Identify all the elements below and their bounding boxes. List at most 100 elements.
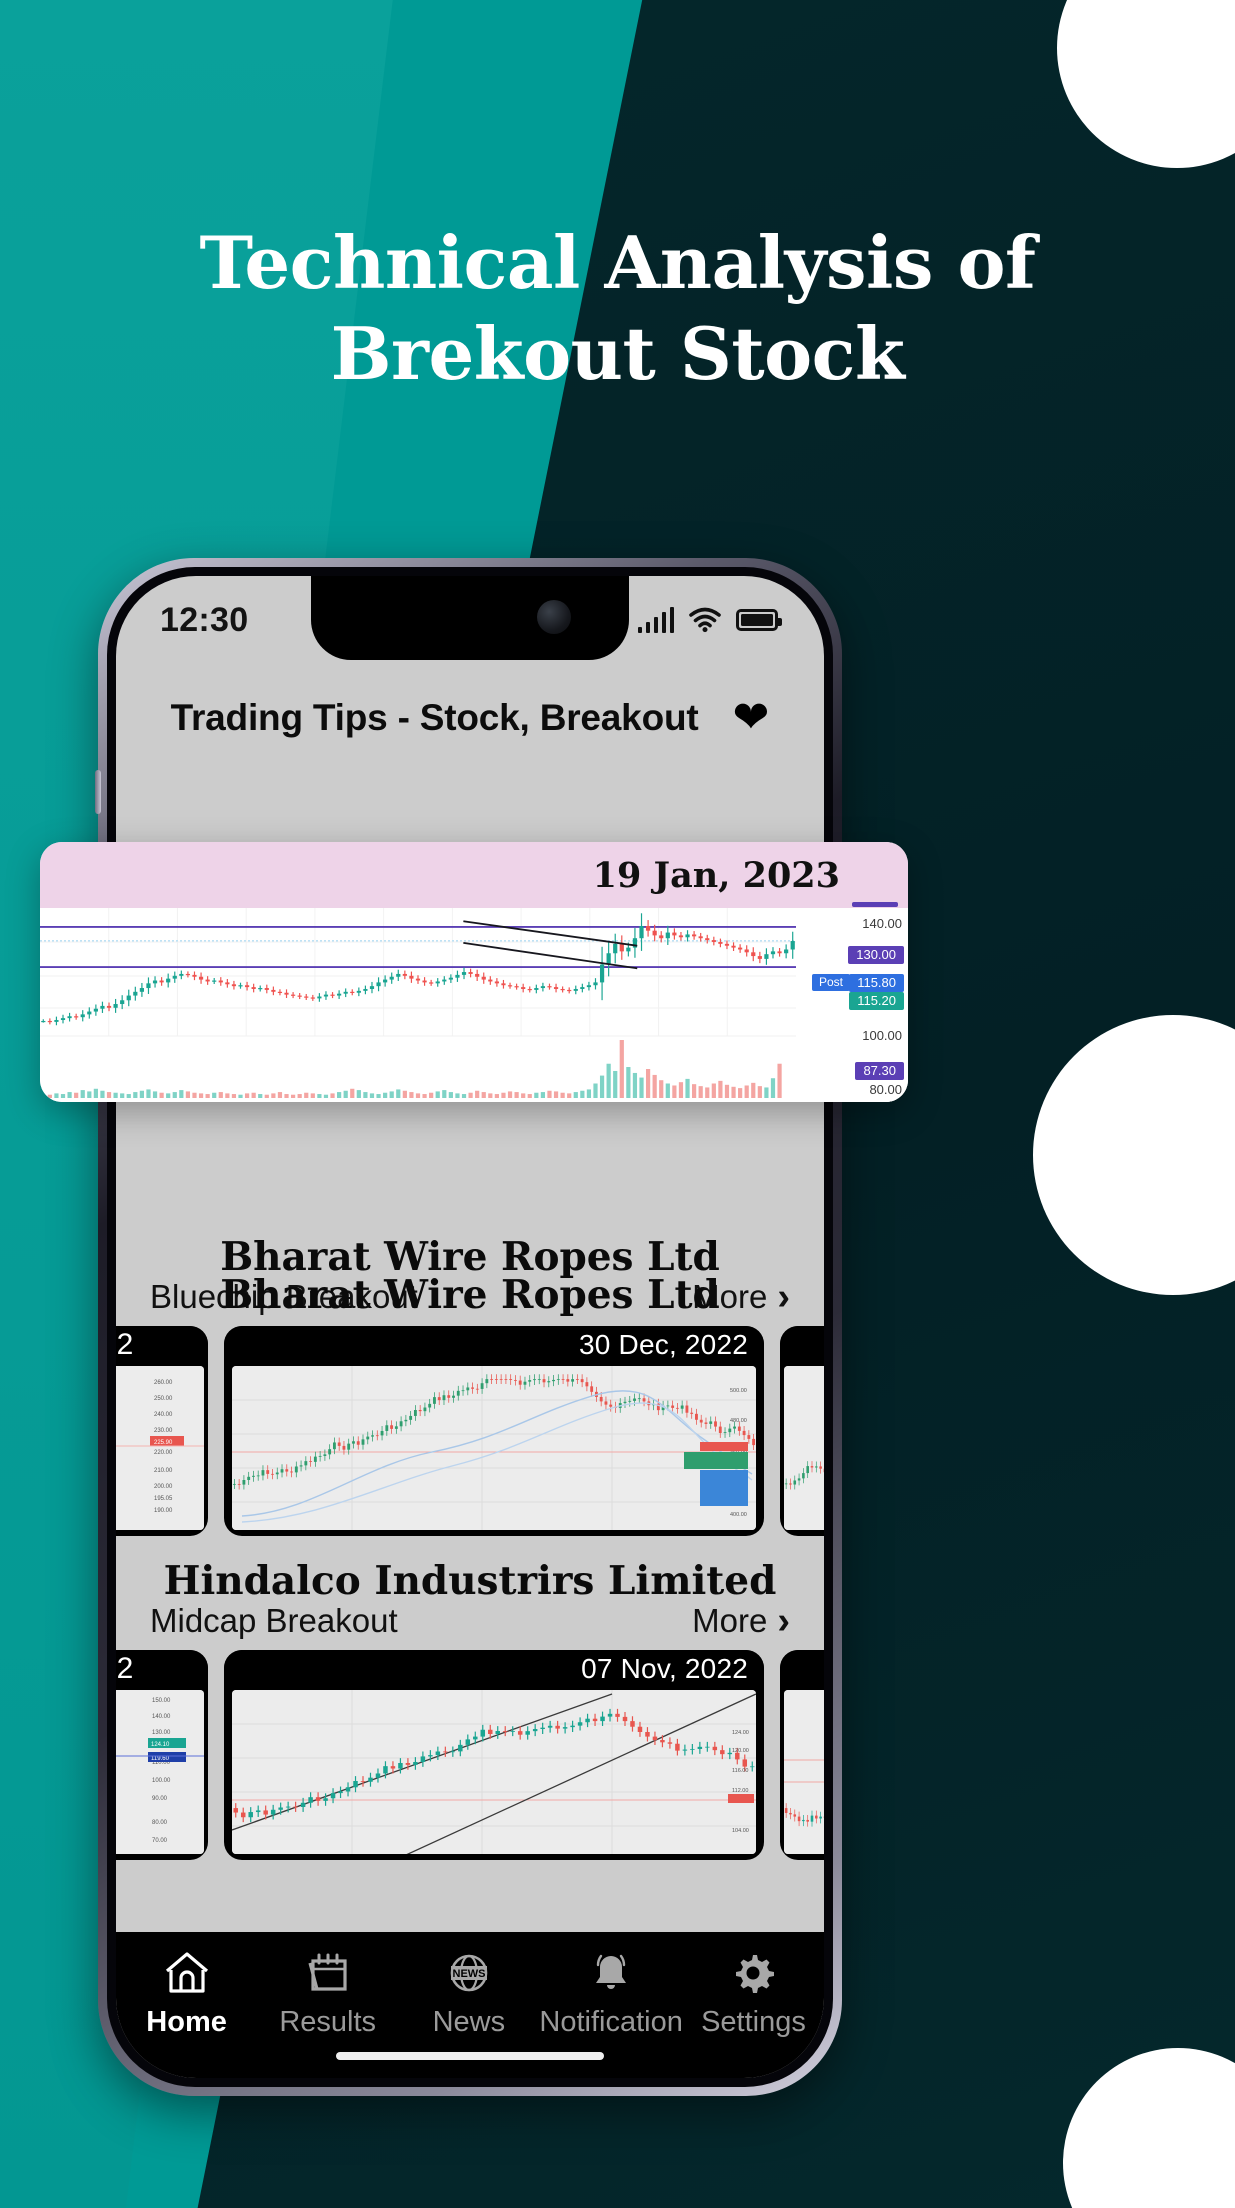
mini-chart-plot: 150.00 140.00 130.00 110.00 100.00 90.00 80… — [116, 1690, 204, 1854]
phone-bezel: 12:30 Trading Tips - Stock, Breakout ❤ B… — [107, 567, 833, 2087]
card-badge-2: 22 — [116, 1652, 134, 1685]
svg-text:124.00: 124.00 — [732, 1730, 749, 1736]
home-indicator — [336, 2052, 604, 2060]
svg-text:250.00: 250.00 — [154, 1396, 173, 1402]
svg-text:240.00: 240.00 — [154, 1412, 173, 1418]
app-header: Trading Tips - Stock, Breakout ❤ — [116, 664, 824, 772]
svg-text:140.00: 140.00 — [152, 1714, 171, 1720]
overlay-caption-bharat: Bharat Wire Ropes Ltd — [220, 1272, 720, 1318]
candlestick-chart — [40, 908, 796, 1102]
more-label: More — [692, 1602, 768, 1639]
card-date-2: 07 Nov, 2022 — [581, 1653, 748, 1684]
svg-text:112.00: 112.00 — [732, 1788, 748, 1794]
nav-label-notification: Notification — [539, 2006, 683, 2038]
svg-text:100.00: 100.00 — [152, 1778, 171, 1784]
chart-carousel-midcap[interactable]: 22 150.00140.00 130.00110.00 100.0090.00… — [116, 1640, 824, 1860]
svg-text:200.00: 200.00 — [154, 1484, 173, 1490]
axis-tick-80: 80.00 — [869, 1082, 902, 1097]
mini-chart-plot-next — [784, 1690, 824, 1854]
nav-label-settings: Settings — [701, 2006, 806, 2038]
axis-top-marker — [852, 902, 898, 907]
news-globe-icon: NEWS — [444, 1946, 494, 2000]
popup-date: 19 Jan, 2023 — [592, 854, 840, 896]
chart-card-next-2[interactable] — [780, 1650, 824, 1860]
featured-chart-popup[interactable]: 19 Jan, 2023 140.00 130.00 115.80 Post 1… — [40, 842, 908, 1102]
app-title: Trading Tips - Stock, Breakout — [170, 697, 699, 738]
nav-label-home: Home — [146, 2006, 227, 2038]
svg-text:130.00: 130.00 — [152, 1730, 171, 1736]
heart-icon[interactable]: ❤ — [733, 696, 770, 740]
svg-text:400.00: 400.00 — [730, 1512, 747, 1518]
nav-item-settings[interactable]: Settings — [683, 1946, 824, 2039]
phone-silent-switch — [95, 770, 101, 814]
mini-chart-plot-main: 500.00480.00 460.00440.00 400.00 — [232, 1366, 756, 1530]
svg-text:90.00: 90.00 — [152, 1796, 168, 1802]
phone-screen: 12:30 Trading Tips - Stock, Breakout ❤ B… — [116, 576, 824, 2078]
chart-card-prev-2[interactable]: 22 150.00140.00 130.00110.00 100.0090.00… — [116, 1650, 208, 1860]
svg-text:80.00: 80.00 — [152, 1820, 168, 1826]
svg-text:225.90: 225.90 — [154, 1440, 173, 1446]
svg-text:NEWS: NEWS — [452, 1968, 485, 1980]
phone-mockup: 12:30 Trading Tips - Stock, Breakout ❤ B… — [94, 558, 846, 2096]
more-link-midcap[interactable]: More › — [692, 1602, 790, 1640]
nav-item-home[interactable]: Home — [116, 1946, 257, 2039]
svg-text:190.00: 190.00 — [154, 1508, 173, 1514]
svg-text:260.00: 260.00 — [154, 1380, 173, 1386]
chart-card-next-1[interactable] — [780, 1326, 824, 1536]
nav-item-notification[interactable]: Notification — [539, 1946, 683, 2039]
price-axis: 140.00 130.00 115.80 Post 115.20 100.00 … — [796, 902, 908, 1102]
wifi-icon — [688, 607, 722, 633]
phone-notch — [311, 576, 629, 660]
axis-level-87-30: 87.30 — [855, 1062, 904, 1080]
section-caption-2: Hindalco Industrirs Limited — [163, 1558, 777, 1604]
svg-text:220.00: 220.00 — [154, 1450, 173, 1456]
axis-tick-100: 100.00 — [862, 1028, 902, 1043]
svg-text:500.00: 500.00 — [730, 1388, 747, 1394]
battery-full-icon — [736, 609, 782, 631]
chevron-right-icon: › — [777, 1599, 790, 1642]
poster-title: Technical Analysis of Brekout Stock — [199, 220, 1036, 396]
mini-chart-plot-main: 124.00 120.00 116.00 112.00 104.00 — [232, 1690, 756, 1854]
gear-icon — [728, 1946, 778, 2000]
svg-text:70.00: 70.00 — [152, 1838, 168, 1844]
axis-price-115-80: 115.80 — [849, 974, 904, 992]
chart-card-prev-1[interactable]: 22 260.00 250.00 240.00 230.00 220.00 210.0… — [116, 1326, 208, 1536]
svg-text:195.05: 195.05 — [154, 1496, 173, 1502]
axis-post-tag: Post — [811, 974, 850, 991]
axis-tick-140: 140.00 — [862, 916, 902, 931]
nav-item-results[interactable]: Results — [257, 1946, 398, 2039]
chart-card-main-2[interactable]: 07 Nov, 2022 124.00 120.00 116.00 112.00… — [224, 1650, 764, 1860]
mini-chart-plot-next — [784, 1366, 824, 1530]
svg-text:116.00: 116.00 — [732, 1768, 748, 1774]
popup-chart-body: 140.00 130.00 115.80 Post 115.20 100.00 … — [40, 902, 908, 1102]
svg-text:104.00: 104.00 — [732, 1828, 749, 1834]
status-clock: 12:30 — [160, 600, 249, 639]
svg-text:230.00: 230.00 — [154, 1428, 173, 1434]
nav-label-news: News — [432, 2006, 506, 2038]
poster-background: Technical Analysis of Brekout Stock 12:3… — [0, 0, 1235, 2208]
svg-text:124.10: 124.10 — [151, 1742, 170, 1748]
svg-text:210.00: 210.00 — [154, 1468, 173, 1474]
axis-price-115-20: 115.20 — [849, 992, 904, 1010]
bell-icon — [586, 1946, 636, 2000]
svg-text:480.00: 480.00 — [730, 1418, 747, 1424]
svg-text:120.00: 120.00 — [732, 1748, 749, 1754]
section-title-midcap: Midcap Breakout — [150, 1602, 398, 1639]
calendar-icon — [303, 1946, 353, 2000]
chart-carousel-bluechip[interactable]: 22 260.00 250.00 240.00 230.00 220.00 210.0… — [116, 1316, 824, 1536]
axis-level-130: 130.00 — [848, 946, 904, 964]
svg-text:119.60: 119.60 — [151, 1756, 170, 1762]
svg-text:150.00: 150.00 — [152, 1698, 171, 1704]
card-badge-1: 22 — [116, 1328, 134, 1361]
nav-item-news[interactable]: NEWS News — [398, 1946, 539, 2039]
mini-chart-plot: 260.00 250.00 240.00 230.00 220.00 210.00 2… — [116, 1366, 204, 1530]
card-date-1: 30 Dec, 2022 — [579, 1329, 748, 1360]
nav-label-results: Results — [279, 2006, 377, 2038]
section-header-2: Midcap Breakout More › — [116, 1600, 824, 1640]
front-camera-icon — [537, 600, 571, 634]
popup-header: 19 Jan, 2023 — [40, 842, 908, 908]
home-icon — [162, 1946, 212, 2000]
chart-card-main-1[interactable]: 30 Dec, 2022 500.00 480.00 400.00 — [224, 1326, 764, 1536]
cellular-signal-icon — [637, 607, 674, 633]
status-icon-group — [637, 607, 782, 633]
